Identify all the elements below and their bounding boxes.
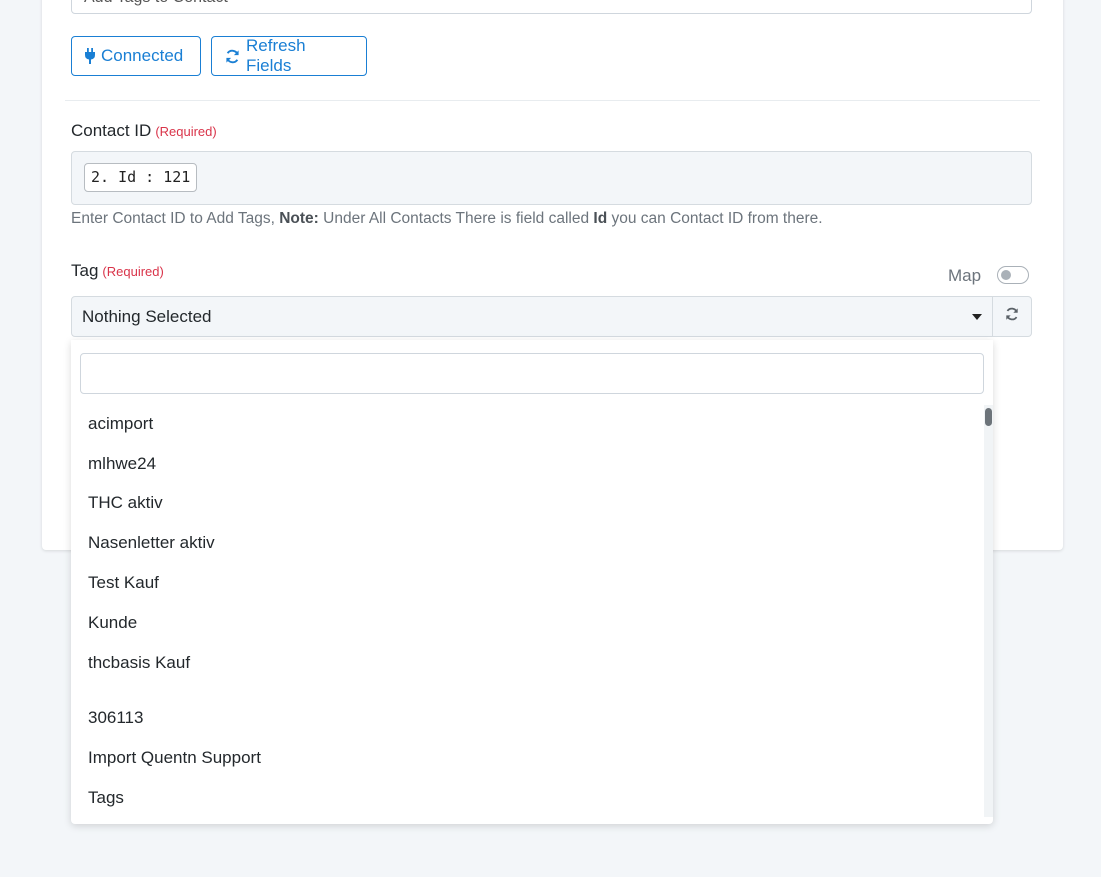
- action-input[interactable]: Add Tags to Contact: [71, 0, 1032, 14]
- refresh-fields-button[interactable]: Refresh Fields: [211, 36, 367, 76]
- dropdown-scrollbar[interactable]: [984, 405, 993, 817]
- tag-select[interactable]: Nothing Selected: [71, 296, 993, 337]
- tag-required: (Required): [102, 264, 164, 279]
- tag-dropdown: acimport mlhwe24 THC aktiv Nasenletter a…: [71, 340, 993, 824]
- help-prefix: Enter Contact ID to Add Tags,: [71, 210, 275, 227]
- tag-option[interactable]: Tags: [88, 788, 124, 808]
- contact-id-help: Enter Contact ID to Add Tags, Note: Unde…: [71, 210, 823, 228]
- tag-option[interactable]: thcbasis Kauf: [88, 653, 190, 673]
- contact-id-field[interactable]: 2. Id : 121: [71, 151, 1032, 205]
- refresh-icon: [225, 49, 240, 64]
- dropdown-scroll-thumb[interactable]: [985, 408, 992, 426]
- contact-id-required: (Required): [155, 124, 217, 139]
- contact-id-label: Contact ID (Required): [71, 121, 217, 141]
- tag-option[interactable]: Nasenletter aktiv: [88, 533, 215, 553]
- plug-icon: [85, 48, 95, 64]
- tag-option[interactable]: Kunde: [88, 613, 137, 633]
- tag-option[interactable]: Import Quentn Support: [88, 748, 261, 768]
- contact-id-label-text: Contact ID: [71, 121, 152, 140]
- map-toggle-knob: [1001, 270, 1011, 280]
- map-label: Map: [948, 266, 982, 285]
- connected-label: Connected: [101, 46, 184, 65]
- tag-select-value: Nothing Selected: [82, 307, 212, 326]
- tag-refresh-button[interactable]: [993, 296, 1032, 337]
- refresh-fields-label: Refresh Fields: [246, 36, 306, 75]
- connected-button[interactable]: Connected: [71, 36, 201, 76]
- help-note: Note:: [279, 210, 319, 227]
- tag-option[interactable]: THC aktiv: [88, 493, 163, 513]
- tag-search-input[interactable]: [80, 353, 984, 394]
- tag-option[interactable]: acimport: [88, 414, 153, 434]
- tag-label-text: Tag: [71, 261, 99, 280]
- refresh-icon: [1005, 307, 1019, 326]
- tag-option[interactable]: mlhwe24: [88, 454, 156, 474]
- help-suffix: you can Contact ID from there.: [611, 210, 823, 227]
- caret-down-icon: [972, 314, 982, 320]
- tag-option[interactable]: 306113: [88, 708, 143, 728]
- tag-option[interactable]: Test Kauf: [88, 573, 159, 593]
- help-mid: Under All Contacts There is field called: [323, 210, 590, 227]
- tag-label: Tag (Required): [71, 261, 164, 281]
- contact-id-chip[interactable]: 2. Id : 121: [84, 163, 198, 192]
- help-field: Id: [593, 210, 608, 227]
- section-divider: [65, 100, 1040, 101]
- map-toggle[interactable]: [997, 266, 1029, 284]
